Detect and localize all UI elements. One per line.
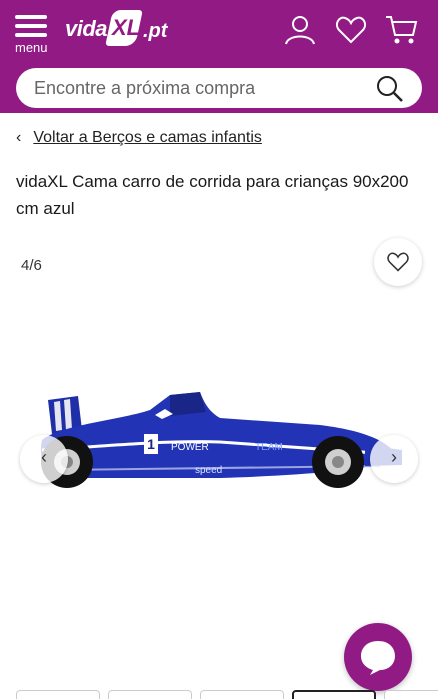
gallery-thumbnail[interactable]	[384, 690, 438, 699]
site-header: menu vida XL .pt	[0, 0, 438, 113]
logo-prefix: vida	[65, 16, 108, 41]
account-icon[interactable]	[283, 14, 317, 46]
product-image: 1 POWER TEAM speed	[40, 392, 402, 488]
car-speed-text: speed	[195, 465, 222, 476]
search-bar	[16, 68, 422, 108]
chat-button[interactable]	[344, 623, 412, 691]
breadcrumb-back-link[interactable]: Voltar a Berços e camas infantis	[33, 129, 262, 147]
car-power-text: POWER	[171, 442, 209, 453]
gallery-thumbnail[interactable]	[200, 690, 284, 699]
next-image-button[interactable]: ›	[370, 435, 418, 483]
car-cockpit	[170, 392, 206, 416]
hamburger-icon-bar	[15, 33, 47, 37]
hamburger-icon	[15, 15, 47, 19]
previous-image-button[interactable]: ‹	[20, 435, 68, 483]
gallery-thumbnail[interactable]	[16, 690, 100, 699]
site-logo[interactable]: vida XL .pt	[65, 10, 175, 48]
gallery-thumbnail-active[interactable]	[292, 690, 376, 699]
logo-xl-text: XL	[112, 15, 141, 40]
chat-bubble-icon	[361, 641, 395, 675]
heart-icon[interactable]	[334, 14, 368, 46]
breadcrumb[interactable]: ‹ Voltar a Berços e camas infantis	[16, 129, 262, 147]
logo-suffix: .pt	[143, 20, 168, 42]
gallery-thumbnail[interactable]	[108, 690, 192, 699]
car-team-text: TEAM	[255, 442, 283, 453]
menu-label: menu	[15, 40, 48, 55]
thumbnail-strip	[0, 690, 438, 699]
image-counter: 4/6	[21, 257, 42, 274]
menu-button[interactable]: menu	[13, 13, 51, 55]
chevron-left-icon: ‹	[41, 447, 47, 467]
product-page: menu vida XL .pt ‹ Voltar a	[0, 0, 438, 699]
search-input[interactable]	[34, 68, 374, 108]
search-icon[interactable]	[376, 75, 404, 103]
car-number: 1	[147, 436, 155, 452]
heart-outline-icon	[387, 252, 409, 272]
chevron-left-icon: ‹	[16, 129, 22, 146]
favorite-button[interactable]	[374, 238, 422, 286]
product-title: vidaXL Cama carro de corrida para crianç…	[16, 172, 409, 218]
logo-xl-badge: XL	[105, 10, 143, 46]
cart-icon[interactable]	[385, 14, 419, 46]
chevron-right-icon: ›	[391, 447, 397, 467]
hamburger-icon-bar	[15, 24, 47, 28]
